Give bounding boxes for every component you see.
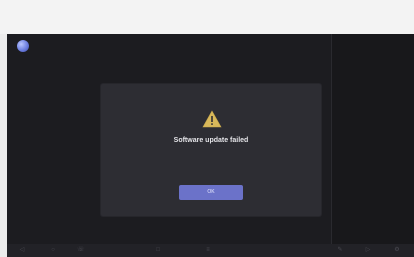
globe-icon[interactable]	[17, 40, 29, 52]
update-failed-dialog: Software update failed OK	[101, 84, 321, 216]
navigation-bar: ◁ ○ ☏ □ ≡ ✎ ▷ ⚙	[7, 244, 414, 257]
top-margin	[0, 0, 414, 34]
device-screen: Software update failed OK ◁ ○ ☏ □ ≡ ✎ ▷ …	[7, 34, 414, 257]
menu-icon[interactable]: ≡	[205, 247, 211, 253]
settings-icon[interactable]: ⚙	[394, 247, 400, 253]
dialog-title: Software update failed	[173, 137, 249, 144]
phone-icon[interactable]: ☏	[77, 247, 85, 253]
page: Software update failed OK ◁ ○ ☏ □ ≡ ✎ ▷ …	[0, 0, 414, 257]
recents-icon[interactable]: □	[155, 247, 161, 253]
left-margin	[0, 34, 7, 257]
warning-triangle-icon	[202, 110, 222, 128]
main-panel: Software update failed OK	[7, 34, 331, 244]
back-icon[interactable]: ◁	[19, 247, 25, 253]
ok-button[interactable]: OK	[179, 185, 243, 200]
side-panel	[331, 34, 414, 244]
home-icon[interactable]: ○	[50, 247, 56, 253]
forward-icon[interactable]: ▷	[365, 247, 371, 253]
edit-icon[interactable]: ✎	[337, 247, 343, 253]
